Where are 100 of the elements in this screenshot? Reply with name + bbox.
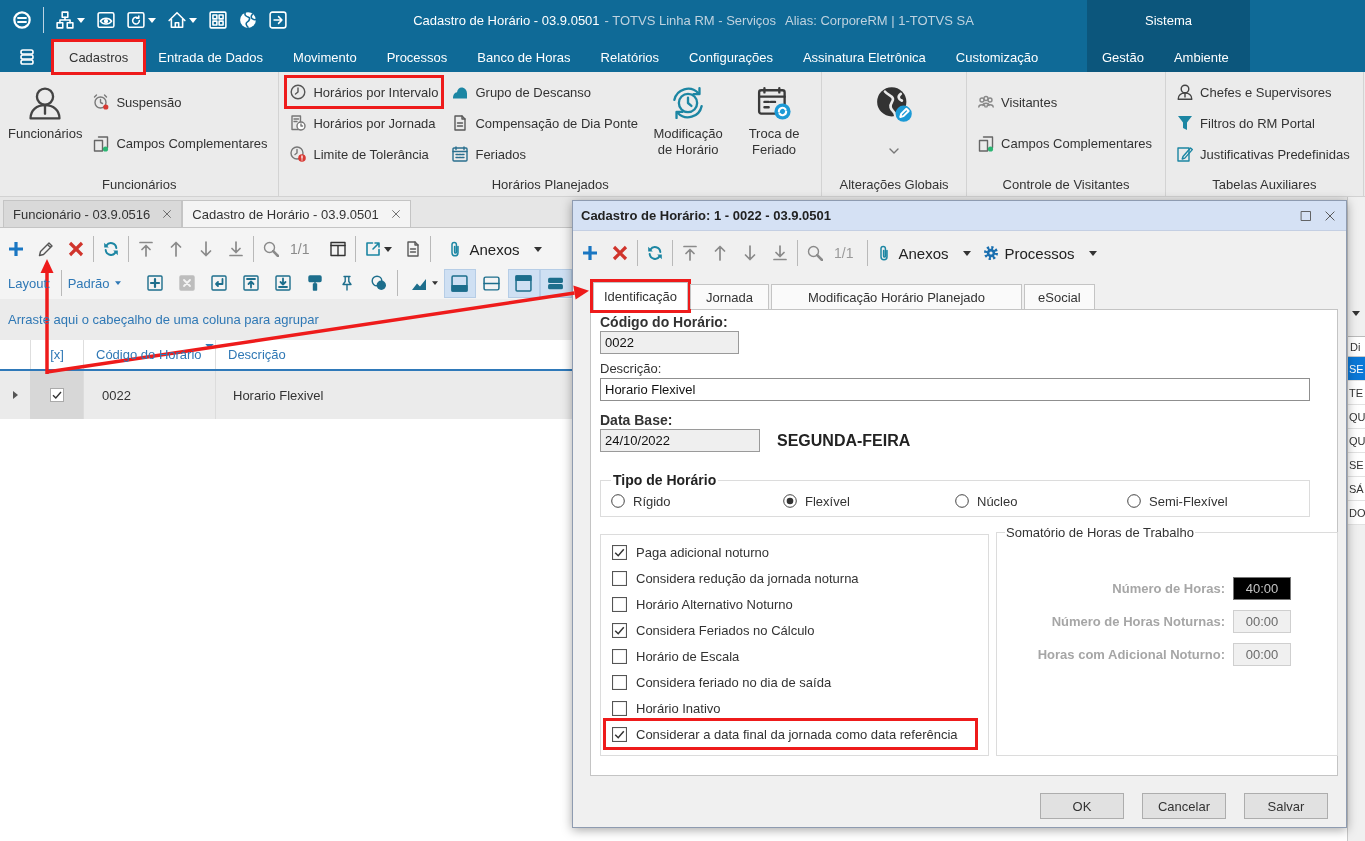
ribbon-button[interactable]: Justificativas Predefinidas [1174, 140, 1353, 168]
checkbox[interactable] [612, 648, 627, 664]
export-icon[interactable] [365, 241, 382, 257]
checkbox-option[interactable]: Horário de Escala [606, 643, 975, 669]
checkbox-option[interactable]: Considera redução da jornada noturna [606, 565, 975, 591]
dialog-tab[interactable]: Jornada [690, 284, 769, 309]
table-cell[interactable]: SE [1348, 357, 1365, 381]
checkbox[interactable] [612, 544, 627, 560]
download-box-icon[interactable] [274, 275, 291, 291]
document-tab-label[interactable]: Cadastro de Horário - 03.9.0501 [192, 206, 379, 222]
menu-tab[interactable]: Cadastros [54, 42, 144, 72]
exit-icon[interactable] [269, 11, 287, 29]
add-box-icon[interactable] [146, 275, 163, 291]
checkbox[interactable] [612, 726, 627, 742]
plus-icon[interactable] [582, 245, 598, 261]
ribbon-button[interactable]: Limite de Tolerância [287, 140, 442, 168]
menu-tab[interactable]: Banco de Horas [462, 42, 586, 72]
arrow-down-icon[interactable] [198, 241, 214, 257]
radio-button[interactable] [611, 494, 625, 508]
ribbon-button[interactable]: Compensação de Dia Ponte [449, 109, 642, 137]
caret-icon[interactable] [1352, 310, 1360, 316]
search-icon[interactable] [807, 245, 823, 261]
close-icon[interactable] [162, 209, 173, 219]
radio-button[interactable] [783, 494, 797, 508]
ribbon-button[interactable]: Filtros do RM Portal [1174, 109, 1353, 137]
ribbon-button[interactable]: Suspensão [90, 88, 271, 117]
ribbon-button[interactable]: Horários por Jornada [287, 109, 442, 137]
caret-icon[interactable] [189, 17, 197, 23]
column-header-label[interactable]: [x] [50, 347, 64, 362]
description-field[interactable]: Horario Flexivel [600, 378, 1310, 401]
refresh-icon[interactable] [647, 245, 663, 261]
attachments-button[interactable]: Anexos [441, 235, 548, 263]
document-icon[interactable] [405, 241, 422, 257]
menu-tab[interactable]: Assinatura Eletrônica [787, 42, 941, 72]
columns-icon[interactable] [330, 241, 347, 257]
caret-icon[interactable] [431, 281, 438, 285]
table-cell[interactable]: QU [1348, 405, 1365, 429]
ribbon-button[interactable]: Feriados [449, 140, 642, 168]
refresh-window-icon[interactable] [127, 11, 145, 29]
grid-icon[interactable] [209, 11, 227, 29]
checkbox[interactable] [612, 622, 627, 638]
ribbon-button[interactable]: Visitantes [975, 88, 1156, 117]
arrow-to-bottom-icon[interactable] [228, 241, 244, 257]
arrow-up-icon[interactable] [712, 245, 728, 261]
checkbox-option[interactable]: Horário Inativo [606, 695, 975, 721]
menu-tab[interactable]: Processos [371, 42, 463, 72]
dialog-tab[interactable]: Identificação [593, 282, 688, 310]
dialog-button[interactable]: Salvar [1244, 793, 1328, 819]
dialog-tab[interactable]: Modificação Horário Planejado [771, 284, 1023, 309]
ribbon-button[interactable]: Campos Complementares [975, 129, 1156, 158]
checkbox-option[interactable]: Horário Alternativo Noturno [606, 591, 975, 617]
plus-icon[interactable] [8, 241, 24, 257]
menu-tab[interactable]: Relatórios [585, 42, 675, 72]
checkbox[interactable] [612, 700, 627, 716]
paint-roller-icon[interactable] [306, 275, 323, 291]
arrow-to-top-icon[interactable] [682, 245, 698, 261]
shapes-icon[interactable] [370, 275, 387, 291]
radio-button[interactable] [955, 494, 969, 508]
checkbox-option[interactable]: Considera Feriados no Cálculo [606, 617, 975, 643]
attachments-button[interactable]: Anexos [870, 239, 977, 267]
menu-tab[interactable]: Gestão [1087, 42, 1159, 72]
table-cell[interactable]: DO [1348, 501, 1365, 525]
checkbox[interactable] [49, 388, 64, 402]
view-toggle-button[interactable] [507, 268, 540, 298]
dialog-button[interactable]: Cancelar [1142, 793, 1226, 819]
globe-icon[interactable] [239, 11, 257, 29]
refresh-icon[interactable] [103, 241, 119, 257]
table-cell[interactable]: TE [1348, 381, 1365, 405]
layout-dropdown[interactable]: Padrão [63, 275, 125, 291]
menu-icon[interactable] [19, 48, 35, 66]
menu-tab[interactable]: Ambiente [1158, 42, 1244, 72]
table-cell[interactable]: SÁ [1348, 477, 1365, 501]
view-toggle-button[interactable] [443, 268, 476, 298]
close-icon[interactable] [1324, 209, 1336, 222]
ribbon-button[interactable]: Grupo de Descanso [449, 78, 642, 106]
table-cell[interactable]: QU [1348, 429, 1365, 453]
dialog-tab[interactable]: eSocial [1024, 284, 1095, 309]
checkbox[interactable] [612, 674, 627, 690]
caret-icon[interactable] [148, 17, 156, 23]
code-field[interactable]: 0022 [600, 331, 739, 354]
delete-icon[interactable] [68, 241, 84, 257]
maximize-icon[interactable] [1300, 209, 1312, 222]
menu-tab[interactable]: Configurações [674, 42, 788, 72]
radio-option[interactable]: Flexível [783, 493, 955, 509]
arrow-to-bottom-icon[interactable] [772, 245, 788, 261]
delete-icon[interactable] [612, 245, 628, 261]
checkbox-option[interactable]: Considerar a data final da jornada como data referência [606, 721, 975, 747]
arrow-to-top-icon[interactable] [138, 241, 154, 257]
ribbon-button[interactable]: Campos Complementares [90, 129, 271, 158]
checkbox-option[interactable]: Considera feriado no dia de saída [606, 669, 975, 695]
radio-option[interactable]: Rígido [611, 493, 783, 509]
date-field[interactable]: 24/10/2022 [600, 429, 760, 452]
enter-box-icon[interactable] [210, 275, 227, 291]
document-tab-label[interactable]: Funcionário - 03.9.0516 [13, 206, 151, 222]
radio-button[interactable] [1127, 494, 1141, 508]
caret-icon[interactable] [77, 17, 85, 23]
pencil-icon[interactable] [38, 241, 54, 257]
circle-equals-icon[interactable] [13, 11, 31, 29]
arrow-down-icon[interactable] [742, 245, 758, 261]
menu-tab[interactable]: Entrada de Dados [143, 42, 279, 72]
